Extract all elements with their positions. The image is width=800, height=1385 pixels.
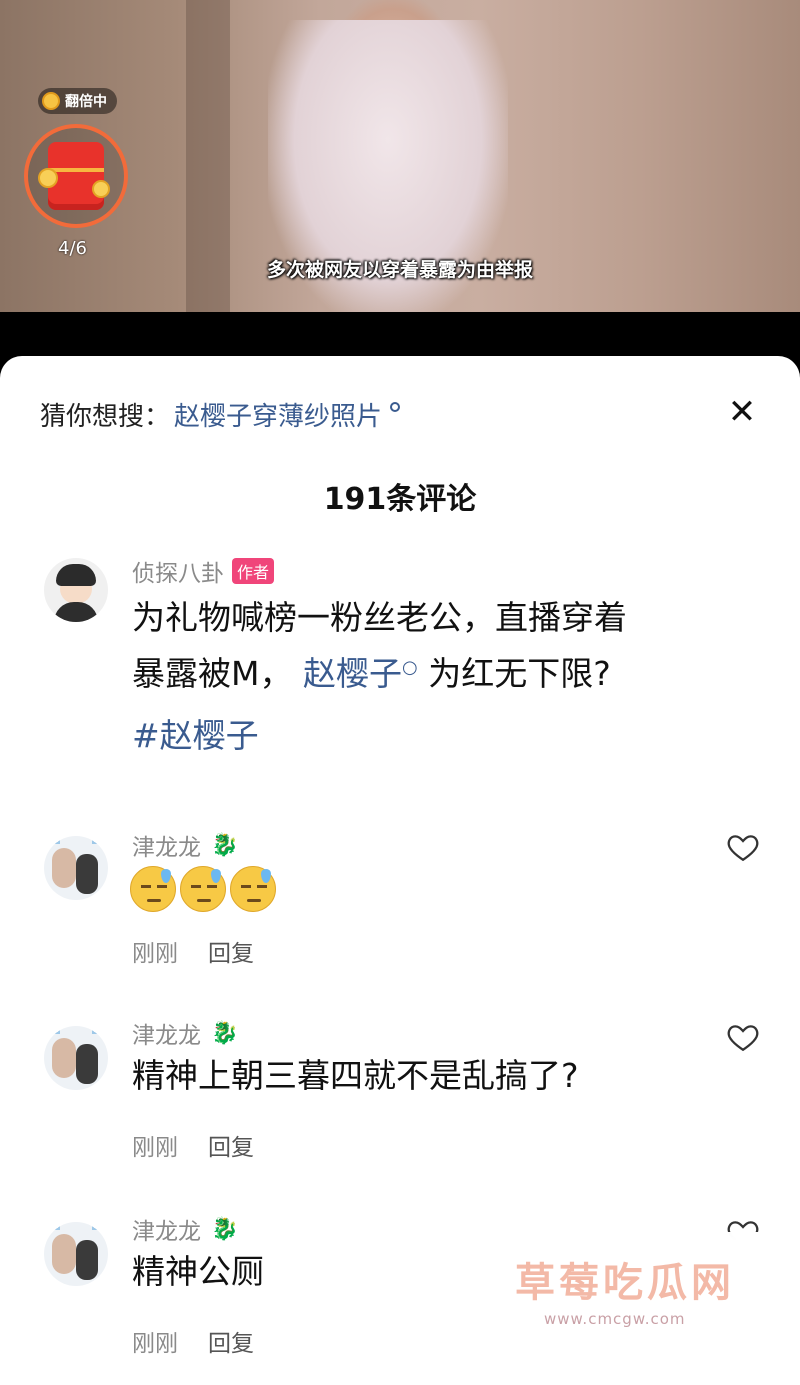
reply-button[interactable]: 回复 xyxy=(208,1324,254,1358)
comment-text-line: 暴露被M， 赵樱子○ 为红无下限? xyxy=(132,646,740,708)
comment-text: 为礼物喊榜一粉丝老公，直播穿着 暴露被M， 赵樱子○ 为红无下限? #赵樱子 xyxy=(132,590,740,764)
username-text: 津龙龙 xyxy=(132,1023,201,1049)
sweat-emoji-icon xyxy=(180,866,226,912)
hashtag-link[interactable]: #赵樱子 xyxy=(132,708,740,764)
comment-username[interactable]: 津龙龙 🐉 xyxy=(132,1212,238,1246)
mention-link[interactable]: 赵樱子 xyxy=(303,654,402,693)
comment-sheet: 猜你想搜： 赵樱子穿薄纱照片 ✕ 191条评论 侦探八卦 作者 为礼物喊榜一粉丝… xyxy=(0,356,800,1385)
avatar[interactable] xyxy=(44,558,108,622)
coin-icon xyxy=(38,168,58,188)
comment-username[interactable]: 津龙龙 🐉 xyxy=(132,1016,238,1050)
double-reward-label: 翻倍中 xyxy=(65,94,107,110)
coin-icon xyxy=(42,92,60,110)
search-suggestion-label: 猜你想搜： xyxy=(40,402,171,432)
video-subtitle: 多次被网友以穿着暴露为由举报 xyxy=(266,259,533,281)
avatar[interactable] xyxy=(44,836,108,900)
username-text: 津龙龙 xyxy=(132,835,201,861)
app-screen: 多次被网友以穿着暴露为由举报 翻倍中 4/6 猜你想搜： 赵樱子穿薄纱照片 ✕ … xyxy=(0,0,800,1385)
redpacket-progress: 4/6 xyxy=(58,238,87,259)
dragon-badge-icon: 🐉 xyxy=(211,832,239,858)
search-icon: ○ xyxy=(401,657,418,678)
comment-time: 刚刚 xyxy=(132,1331,178,1357)
dragon-badge-icon: 🐉 xyxy=(211,1020,239,1046)
comment-time: 刚刚 xyxy=(132,1135,178,1161)
double-reward-badge: 翻倍中 xyxy=(38,88,117,114)
comment-username[interactable]: 侦探八卦 作者 xyxy=(132,554,275,588)
search-suggestion: 猜你想搜： 赵樱子穿薄纱照片 xyxy=(40,396,401,433)
watermark-url: www.cmcgw.com xyxy=(544,1310,686,1328)
sweat-emoji-icon xyxy=(230,866,276,912)
avatar[interactable] xyxy=(44,1026,108,1090)
comment-text-fragment: 为红无下限? xyxy=(428,654,611,693)
reply-button[interactable]: 回复 xyxy=(208,934,254,968)
username-text: 津龙龙 xyxy=(132,1219,201,1245)
comment-meta: 刚刚 回复 xyxy=(132,934,254,968)
comment-text-fragment: 暴露被M， xyxy=(132,654,293,693)
like-heart-icon[interactable] xyxy=(726,1020,760,1054)
watermark-title: 草莓吃瓜网 xyxy=(515,1260,735,1306)
coin-icon xyxy=(92,180,110,198)
sweat-emoji-icon xyxy=(130,866,176,912)
comment-text: 精神上朝三暮四就不是乱搞了? xyxy=(132,1056,579,1095)
close-icon[interactable]: ✕ xyxy=(726,395,758,429)
comment-count-title: 191条评论 xyxy=(323,482,477,517)
comment-username[interactable]: 津龙龙 🐉 xyxy=(132,828,238,862)
avatar[interactable] xyxy=(44,1222,108,1286)
author-tag: 作者 xyxy=(232,558,275,584)
username-text: 侦探八卦 xyxy=(132,561,224,587)
comment-meta: 刚刚 回复 xyxy=(132,1324,254,1358)
search-icon xyxy=(390,401,401,412)
dragon-badge-icon: 🐉 xyxy=(211,1216,239,1242)
like-heart-icon[interactable] xyxy=(726,830,760,864)
reply-button[interactable]: 回复 xyxy=(208,1128,254,1162)
search-suggestion-keyword[interactable]: 赵樱子穿薄纱照片 xyxy=(174,396,382,433)
comment-time: 刚刚 xyxy=(132,941,178,967)
comment-meta: 刚刚 回复 xyxy=(132,1128,254,1162)
comment-text-line: 为礼物喊榜一粉丝老公，直播穿着 xyxy=(132,598,627,637)
comment-emoji-row xyxy=(130,866,276,912)
